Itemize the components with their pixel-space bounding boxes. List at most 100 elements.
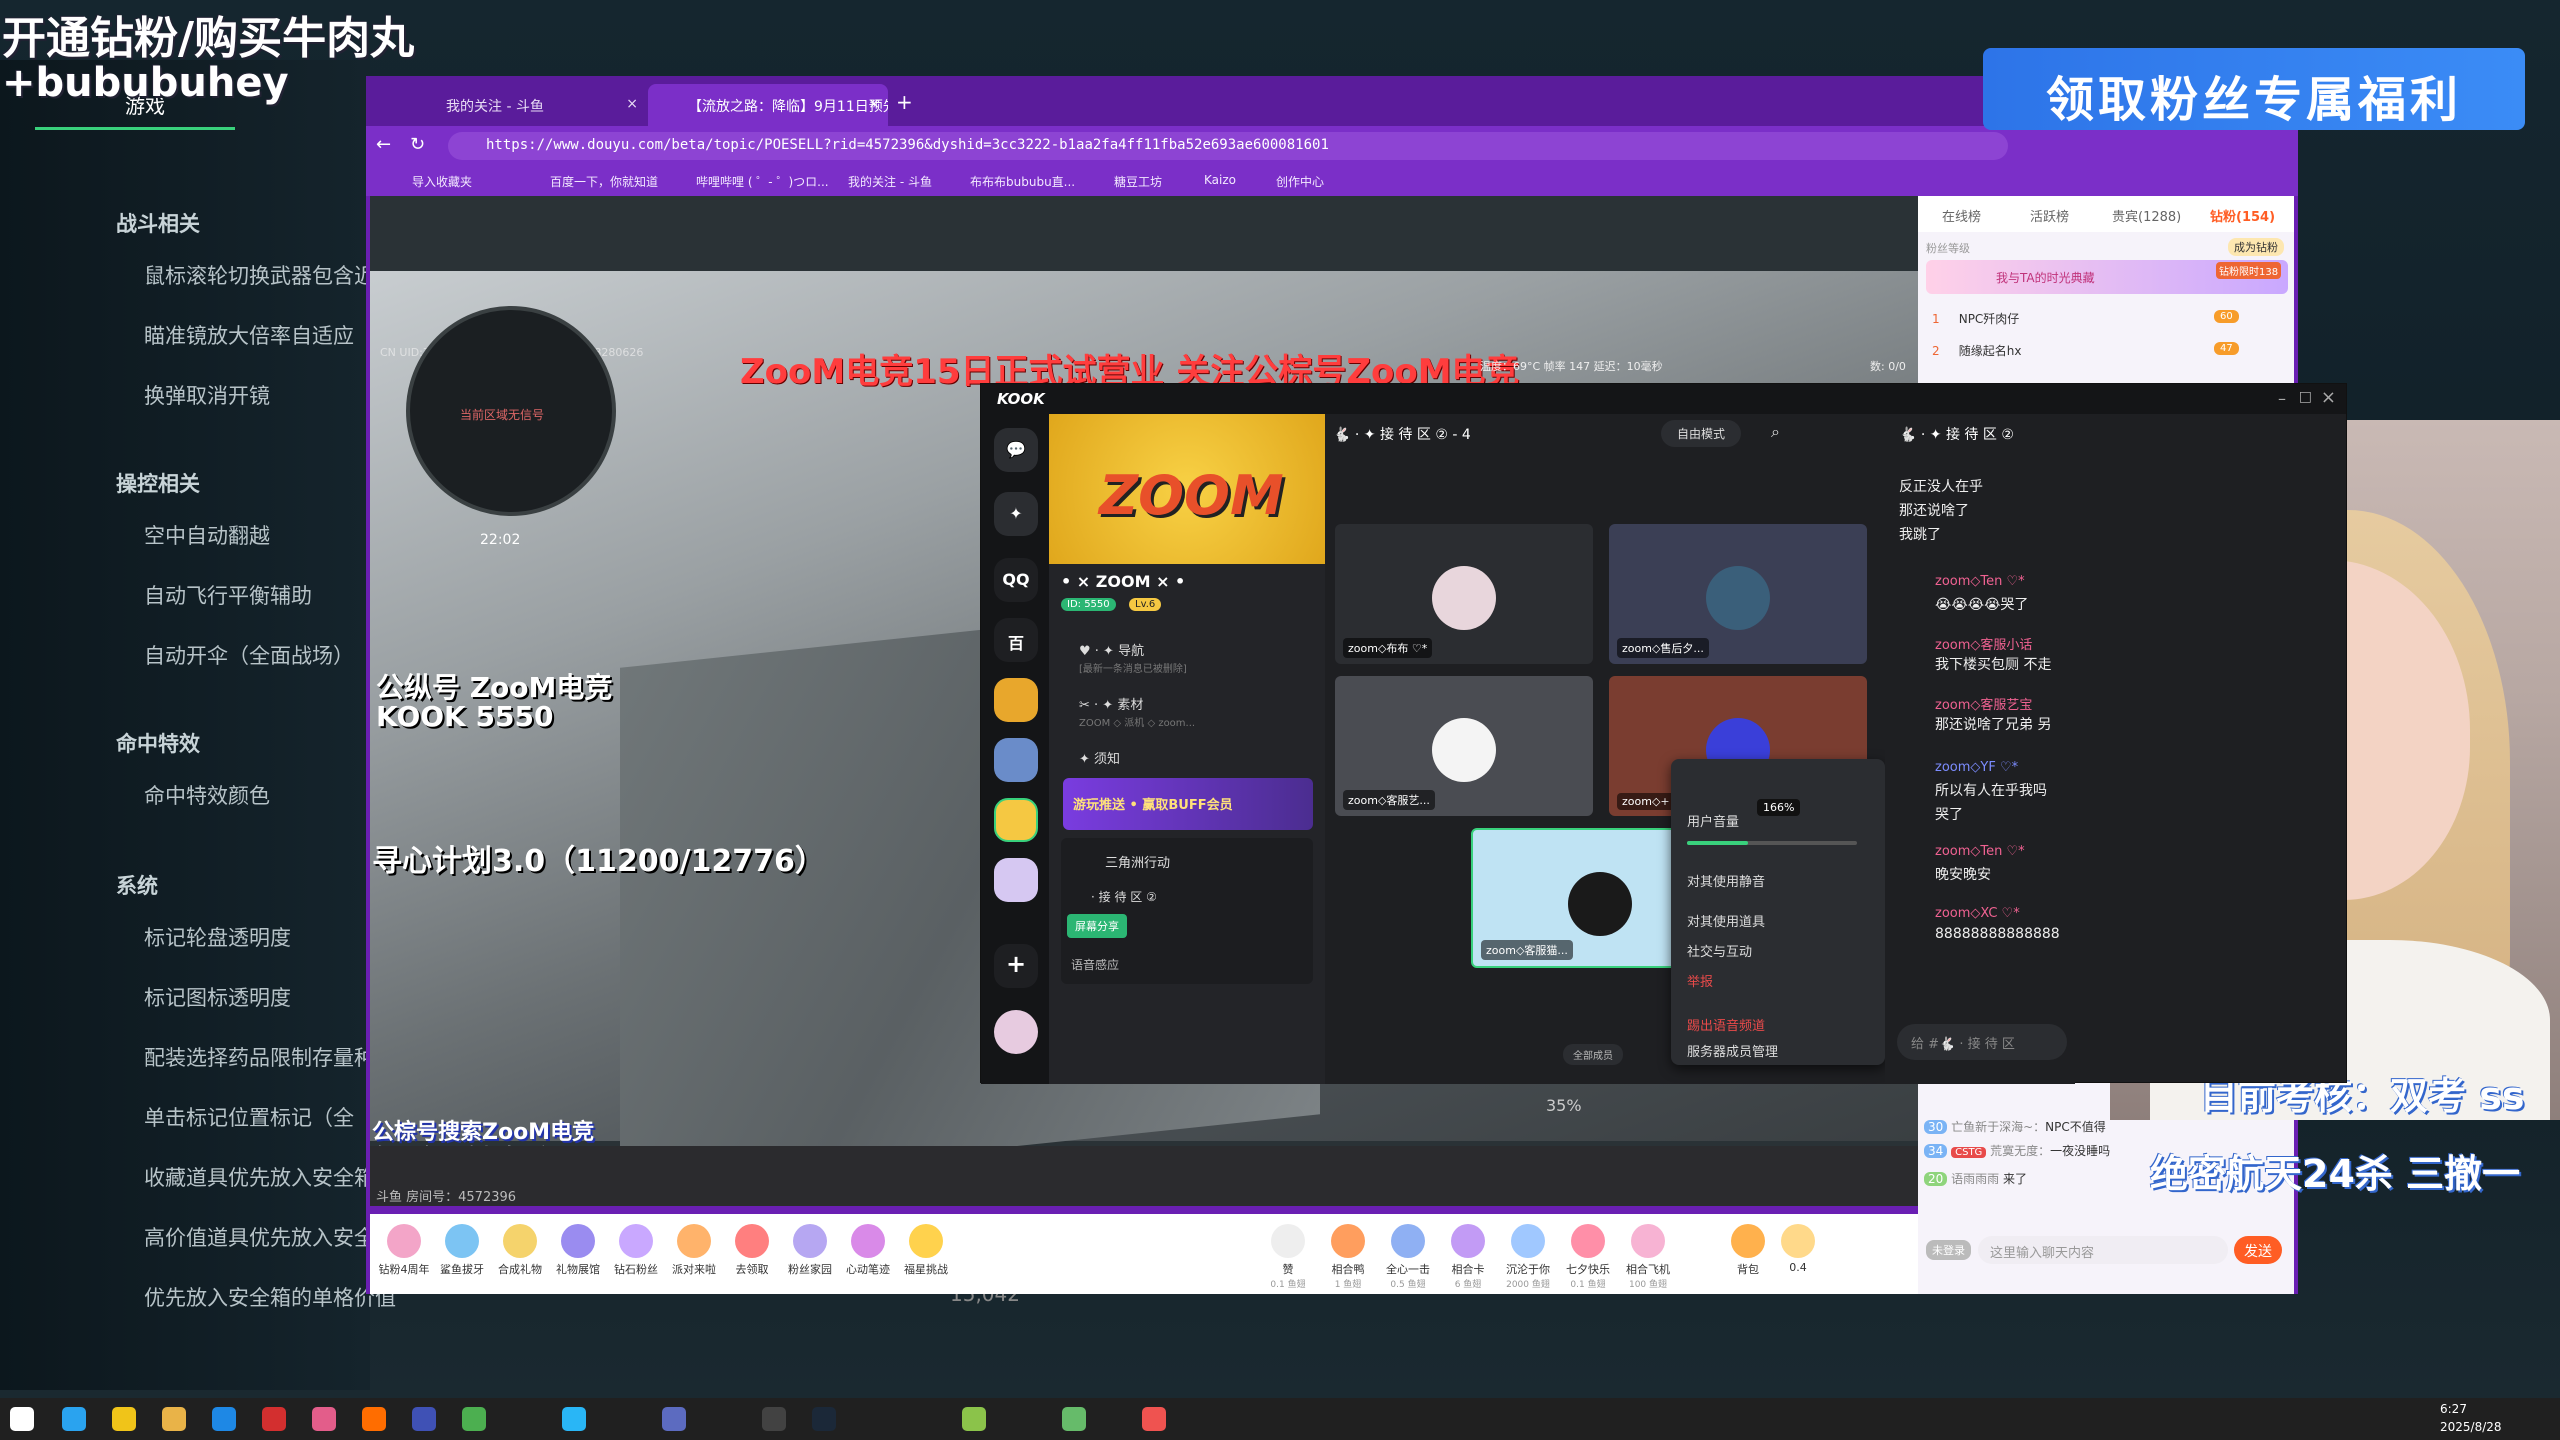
- app-icon[interactable]: [662, 1407, 686, 1431]
- setting-item[interactable]: 鼠标滚轮切换武器包含近: [144, 260, 375, 290]
- server-icon[interactable]: [994, 858, 1038, 902]
- mute-option[interactable]: 对其使用静音: [1687, 871, 1765, 890]
- new-tab-icon[interactable]: +: [896, 90, 913, 114]
- chat-input[interactable]: 这里输入聊天内容: [1978, 1236, 2228, 1264]
- chat-author[interactable]: zoom◇客服小话: [1935, 634, 2032, 653]
- gift-item[interactable]: 沉沦于你 2000 鱼翅: [1500, 1224, 1556, 1290]
- gift-item[interactable]: 派对来啦: [666, 1224, 722, 1277]
- chat-name[interactable]: 荒寞无度：: [1990, 1144, 2050, 1158]
- discover-icon[interactable]: ✦: [994, 492, 1038, 536]
- chat-author[interactable]: zoom◇客服艺宝: [1935, 694, 2032, 713]
- chat-author[interactable]: zoom◇Ten ♡*: [1935, 844, 2025, 859]
- close-icon[interactable]: ×: [868, 96, 880, 112]
- server-name[interactable]: • × ZOOM × •: [1061, 572, 1185, 591]
- tab-online[interactable]: 在线榜: [1942, 206, 1981, 225]
- maximize-icon[interactable]: □: [2299, 389, 2312, 405]
- gift-item[interactable]: 全心一击 0.5 鱼翅: [1380, 1224, 1436, 1290]
- app-icon[interactable]: [962, 1407, 986, 1431]
- voice-tile[interactable]: zoom◇布布 ♡*: [1335, 524, 1593, 664]
- server-icon[interactable]: [994, 738, 1038, 782]
- gift-item[interactable]: 相合鸭 1 鱼翅: [1320, 1224, 1376, 1290]
- become-fan-button[interactable]: 成为钻粉: [2228, 238, 2284, 256]
- gift-item[interactable]: 合成礼物: [492, 1224, 548, 1277]
- server-icon-zoom[interactable]: [994, 798, 1038, 842]
- setting-item[interactable]: 高价值道具优先放入安全: [144, 1222, 375, 1252]
- bookmark[interactable]: 百度一下，你就知道: [550, 173, 658, 190]
- app-icon[interactable]: [1142, 1407, 1166, 1431]
- chat-author[interactable]: zoom◇XC ♡*: [1935, 906, 2020, 921]
- app-icon[interactable]: [362, 1407, 386, 1431]
- gift-item[interactable]: 相合卡 6 鱼翅: [1440, 1224, 1496, 1290]
- setting-item[interactable]: 标记图标透明度: [144, 982, 291, 1012]
- close-icon[interactable]: ×: [2321, 387, 2336, 408]
- gift-item[interactable]: 赞 0.1 鱼翅: [1260, 1224, 1316, 1290]
- setting-item[interactable]: 瞄准镜放大倍率自适应: [144, 320, 354, 350]
- use-tool-option[interactable]: 对其使用道具: [1687, 911, 1765, 930]
- setting-item[interactable]: 标记轮盘透明度: [144, 922, 291, 952]
- wechat-icon[interactable]: [1062, 1407, 1086, 1431]
- chat-input[interactable]: 给 #🐇 · 接 待 区: [1897, 1024, 2067, 1060]
- setting-item[interactable]: 单击标记位置标记（全: [144, 1102, 354, 1132]
- app-icon[interactable]: [112, 1407, 136, 1431]
- kook-taskbar-icon[interactable]: [212, 1407, 236, 1431]
- report-option[interactable]: 举报: [1687, 971, 1713, 990]
- gift-item[interactable]: 去领取: [724, 1224, 780, 1277]
- channel-item[interactable]: ✦ 须知: [1079, 748, 1120, 767]
- voice-tile[interactable]: zoom◇售后夕...: [1609, 524, 1867, 664]
- channel-item[interactable]: ✂ · ✦ 素材: [1079, 694, 1143, 713]
- screen-share-button[interactable]: 屏幕分享: [1067, 914, 1127, 938]
- minimize-icon[interactable]: –: [2278, 389, 2286, 408]
- server-icon[interactable]: [994, 678, 1038, 722]
- chat-name[interactable]: 语雨雨雨: [1951, 1172, 1999, 1186]
- fan-promo-card[interactable]: 我与TA的时光典藏 钻粉限时138: [1926, 260, 2288, 294]
- send-button[interactable]: 发送: [2234, 1236, 2282, 1264]
- backpack-button[interactable]: 背包: [1720, 1224, 1776, 1277]
- volume-slider[interactable]: [1687, 841, 1857, 845]
- baidu-icon[interactable]: 百: [994, 618, 1038, 662]
- bookmark[interactable]: 导入收藏夹: [412, 173, 472, 190]
- avatar[interactable]: [994, 1010, 1038, 1054]
- promo-card[interactable]: 游玩推送 • 赢取BUFF会员: [1063, 778, 1313, 830]
- member-manage-option[interactable]: 服务器成员管理: [1687, 1041, 1778, 1060]
- setting-item[interactable]: 配装选择药品限制存量种: [144, 1042, 375, 1072]
- social-option[interactable]: 社交与互动: [1687, 941, 1752, 960]
- add-server-icon[interactable]: +: [994, 944, 1038, 988]
- gift-item[interactable]: 七夕快乐 0.1 鱼翅: [1560, 1224, 1616, 1290]
- qq-icon[interactable]: QQ: [994, 558, 1038, 602]
- edge-icon[interactable]: [62, 1407, 86, 1431]
- url-input[interactable]: https://www.douyu.com/beta/topic/POESELL…: [448, 132, 2008, 160]
- back-icon[interactable]: ←: [376, 134, 391, 155]
- setting-item[interactable]: 自动飞行平衡辅助: [144, 580, 312, 610]
- gift-item[interactable]: 相合飞机 100 鱼翅: [1620, 1224, 1676, 1290]
- folder-icon[interactable]: [162, 1407, 186, 1431]
- channel-item[interactable]: ♥ · ✦ 导航: [1079, 640, 1144, 659]
- gift-item[interactable]: 钻石粉丝: [608, 1224, 664, 1277]
- bookmark[interactable]: 创作中心: [1276, 173, 1324, 190]
- chrome-icon[interactable]: [462, 1407, 486, 1431]
- chat-author[interactable]: zoom◇Ten ♡*: [1935, 574, 2025, 589]
- app-icon[interactable]: [562, 1407, 586, 1431]
- bookmark[interactable]: 哔哩哔哩 ( ゜- ゜)つロ...: [696, 173, 829, 190]
- messages-icon[interactable]: 💬: [994, 428, 1038, 472]
- rank-item[interactable]: 1 NPC歼肉仔: [1932, 310, 2019, 327]
- app-icon[interactable]: [412, 1407, 436, 1431]
- windows-start-icon[interactable]: [10, 1407, 34, 1431]
- app-icon[interactable]: [762, 1407, 786, 1431]
- gift-item[interactable]: 鲨鱼拔牙: [434, 1224, 490, 1277]
- bookmark[interactable]: 我的关注 - 斗鱼: [848, 173, 932, 190]
- bookmark[interactable]: 糖豆工坊: [1114, 173, 1162, 190]
- tab-fans[interactable]: 钻粉(154): [2210, 206, 2275, 225]
- steam-icon[interactable]: [812, 1407, 836, 1431]
- all-members-button[interactable]: 全部成员: [1563, 1044, 1623, 1065]
- voice-tile[interactable]: zoom◇客服艺...: [1335, 676, 1593, 816]
- setting-item[interactable]: 收藏道具优先放入安全箱: [144, 1162, 375, 1192]
- setting-item[interactable]: 优先放入安全箱的单格价值: [144, 1282, 396, 1312]
- gift-item[interactable]: 礼物展馆: [550, 1224, 606, 1277]
- bookmark[interactable]: Kaizo: [1204, 173, 1236, 187]
- setting-item[interactable]: 自动开伞（全面战场）: [144, 640, 354, 670]
- browser-tab[interactable]: 我的关注 - 斗鱼 ×: [406, 84, 646, 126]
- app-icon[interactable]: [262, 1407, 286, 1431]
- tab-vip[interactable]: 贵宾(1288): [2112, 206, 2181, 225]
- chat-name[interactable]: 亡鱼新于深海~：: [1951, 1120, 2045, 1134]
- setting-item[interactable]: 空中自动翻越: [144, 520, 270, 550]
